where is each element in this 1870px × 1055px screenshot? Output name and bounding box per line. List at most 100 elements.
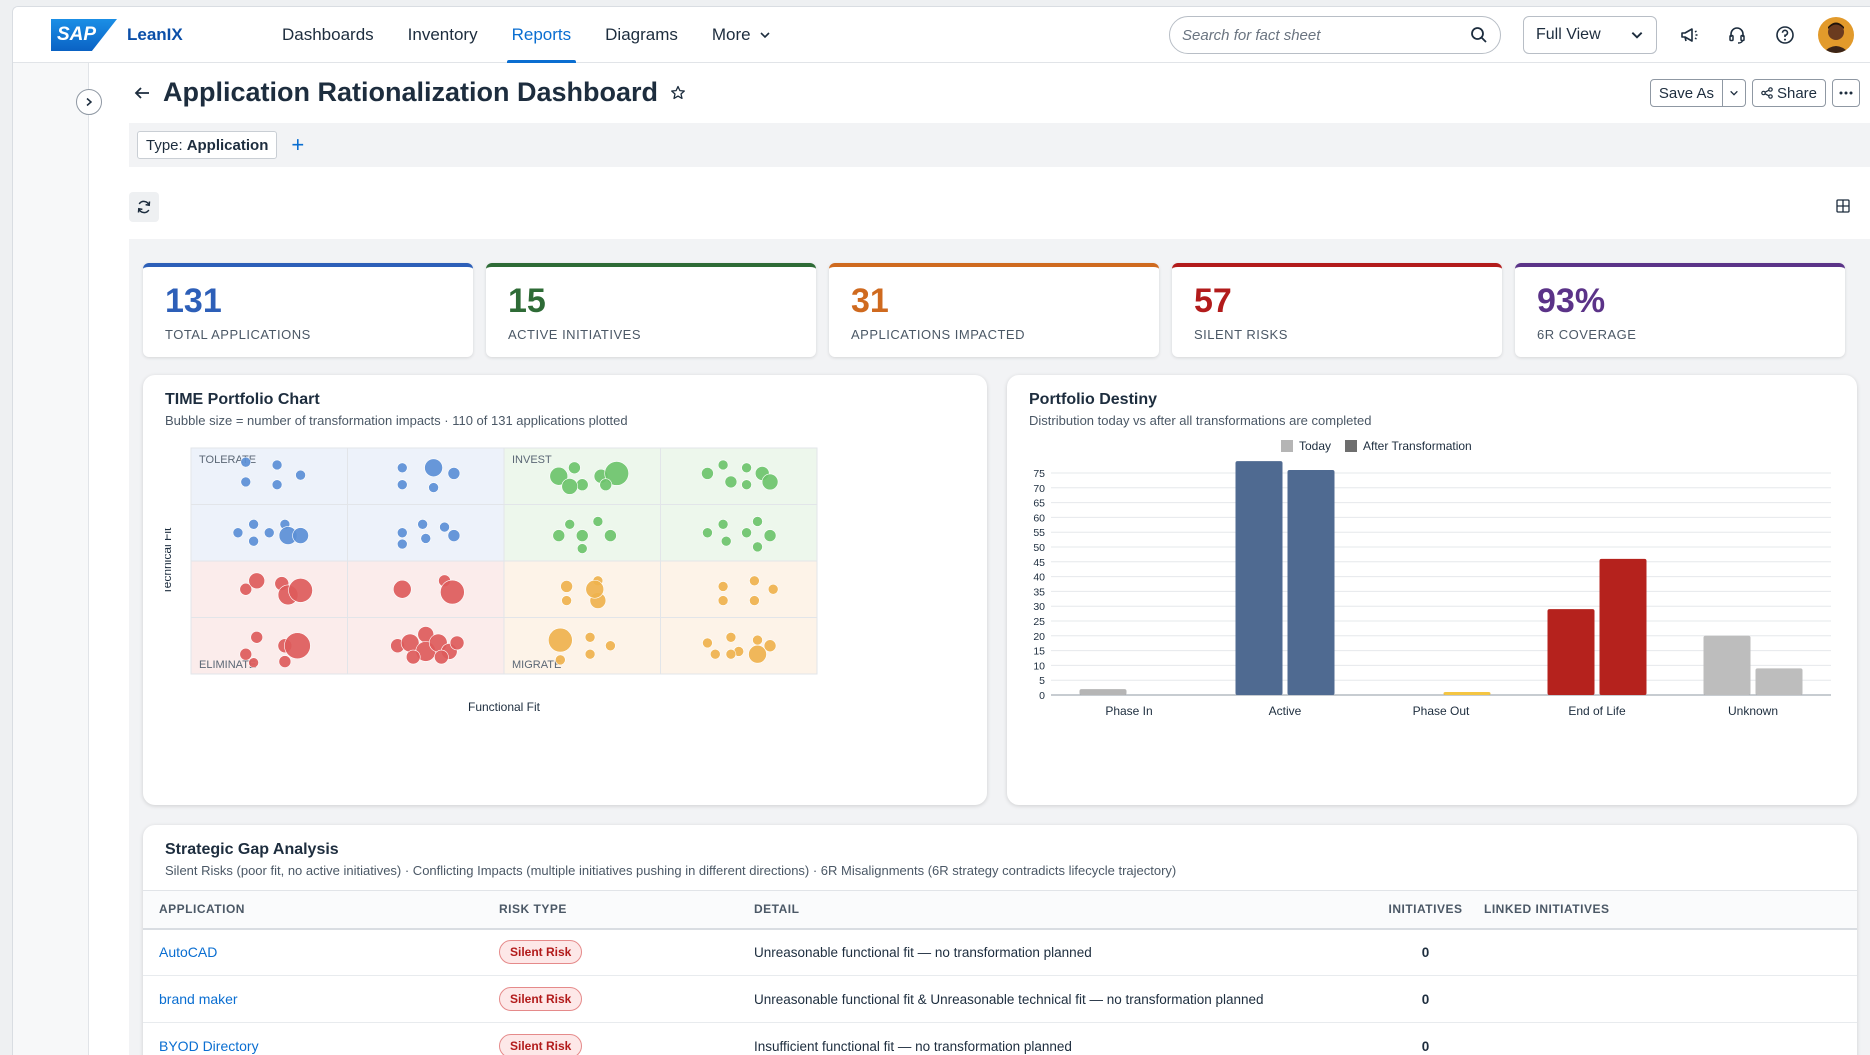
bubble: [767, 583, 779, 595]
gap-analysis-panel: Strategic Gap Analysis Silent Risks (poo…: [143, 825, 1857, 1055]
panel-title: Strategic Gap Analysis: [165, 841, 339, 858]
nav-dashboards[interactable]: Dashboards: [265, 7, 391, 63]
kpi-total-applications: 131 TOTAL APPLICATIONS: [143, 263, 473, 357]
panel-title: Portfolio Destiny: [1029, 391, 1158, 408]
bubble: [605, 640, 616, 652]
bubble: [424, 458, 443, 478]
bubble: [585, 579, 605, 599]
layout-toggle-button[interactable]: [1830, 193, 1856, 219]
bubble: [576, 543, 588, 554]
bubble: [271, 459, 283, 471]
y-axis-label: Technical Fit: [165, 527, 174, 594]
bubble: [752, 541, 763, 553]
nav-reports[interactable]: Reports: [495, 7, 589, 63]
search-box[interactable]: [1169, 16, 1501, 54]
bubble: [240, 476, 252, 488]
more-actions-button[interactable]: [1832, 79, 1860, 107]
application-link[interactable]: brand maker: [143, 975, 483, 1023]
logo[interactable]: SAP LeanIX: [51, 19, 183, 51]
quadrant-label-invest: INVEST: [512, 454, 552, 466]
risk-type-cell: Silent Risk: [483, 928, 738, 976]
bubble: [396, 527, 408, 539]
bubble: [292, 527, 309, 544]
nav-more-label: More: [711, 25, 751, 44]
bubble: [575, 478, 589, 492]
y-tick-label: 40: [1033, 572, 1045, 584]
bar-today: [1079, 689, 1127, 695]
kpi-value: 131: [165, 282, 222, 320]
headset-icon[interactable]: [1725, 23, 1749, 47]
bubble: [717, 459, 729, 471]
application-link[interactable]: AutoCAD: [143, 928, 483, 976]
search-input[interactable]: [1182, 26, 1470, 44]
bubble: [552, 529, 566, 542]
y-tick-label: 15: [1033, 646, 1045, 658]
y-tick-label: 0: [1039, 690, 1045, 702]
save-as-dropdown[interactable]: [1722, 79, 1746, 107]
table-header-row: APPLICATION RISK TYPE DETAIL INITIATIVES…: [143, 890, 1857, 930]
bubble: [405, 649, 421, 665]
quadrant-cell: [660, 447, 818, 505]
nav-diagrams[interactable]: Diagrams: [588, 7, 695, 63]
y-tick-label: 10: [1033, 660, 1045, 672]
y-tick-label: 25: [1033, 616, 1045, 628]
add-filter-icon[interactable]: +: [291, 134, 304, 156]
share-button[interactable]: Share: [1751, 79, 1826, 107]
kpi-value: 93%: [1537, 282, 1606, 320]
column-header[interactable]: DETAIL: [738, 890, 1383, 930]
share-label: Share: [1776, 84, 1817, 102]
refresh-button[interactable]: [129, 192, 159, 222]
back-arrow-icon[interactable]: [133, 84, 151, 102]
expand-sidebar-button[interactable]: [76, 89, 102, 115]
initiatives-count: 0: [1383, 928, 1468, 976]
column-header[interactable]: RISK TYPE: [483, 890, 738, 930]
bar-today: [1235, 461, 1283, 695]
table-row[interactable]: AutoCAD Silent Risk Unreasonable functio…: [143, 928, 1857, 976]
refresh-icon: [137, 200, 151, 214]
column-header[interactable]: INITIATIVES: [1383, 890, 1468, 930]
view-select-value: Full View: [1536, 26, 1601, 43]
sap-logo: SAP: [51, 19, 117, 51]
avatar[interactable]: [1818, 17, 1854, 53]
bubble: [232, 527, 244, 539]
bubble: [288, 578, 313, 603]
column-header[interactable]: LINKED INITIATIVES: [1468, 890, 1857, 930]
panel-subtitle: Bubble size = number of transformation i…: [165, 413, 628, 428]
initiatives-count: 0: [1383, 1022, 1468, 1055]
x-axis-label: Functional Fit: [468, 700, 541, 714]
question-icon[interactable]: [1773, 23, 1797, 47]
bubble: [599, 478, 613, 492]
page-title: Application Rationalization Dashboard: [163, 77, 659, 107]
view-select[interactable]: Full View: [1523, 16, 1657, 54]
x-tick-label: Active: [1269, 704, 1302, 718]
bubble: [420, 533, 432, 544]
star-icon[interactable]: [670, 85, 686, 101]
bar-after: [1755, 668, 1803, 695]
nav-more[interactable]: More: [695, 7, 788, 63]
header-actions: Save As Share: [1649, 79, 1860, 107]
bubble: [702, 527, 713, 539]
save-as-button[interactable]: Save As: [1649, 79, 1723, 107]
table-row[interactable]: brand maker Silent Risk Unreasonable fun…: [143, 975, 1857, 1023]
y-tick-label: 60: [1033, 512, 1045, 524]
table-row[interactable]: BYOD Directory Silent Risk Insufficient …: [143, 1022, 1857, 1055]
bubble: [720, 535, 732, 547]
bubble: [604, 529, 617, 542]
bar-after: [1287, 470, 1335, 695]
megaphone-icon[interactable]: [1677, 23, 1701, 47]
filter-bar: Type: Application +: [129, 123, 1870, 167]
bubble: [250, 630, 264, 644]
bubble: [763, 529, 777, 542]
column-header[interactable]: APPLICATION: [143, 890, 483, 930]
nav-inventory[interactable]: Inventory: [391, 7, 495, 63]
bubble: [724, 475, 738, 489]
search-icon[interactable]: [1470, 26, 1488, 44]
type-filter-chip[interactable]: Type: Application: [137, 131, 278, 159]
application-link[interactable]: BYOD Directory: [143, 1022, 483, 1055]
dashboard-canvas: 131 TOTAL APPLICATIONS 15 ACTIVE INITIAT…: [129, 239, 1870, 1055]
quadrant-cell: [660, 560, 818, 618]
left-rail: [13, 63, 89, 1055]
time-portfolio-panel: TIME Portfolio Chart Bubble size = numbe…: [143, 375, 987, 805]
initiatives-count: 0: [1383, 975, 1468, 1023]
x-tick-label: Phase Out: [1413, 704, 1470, 718]
